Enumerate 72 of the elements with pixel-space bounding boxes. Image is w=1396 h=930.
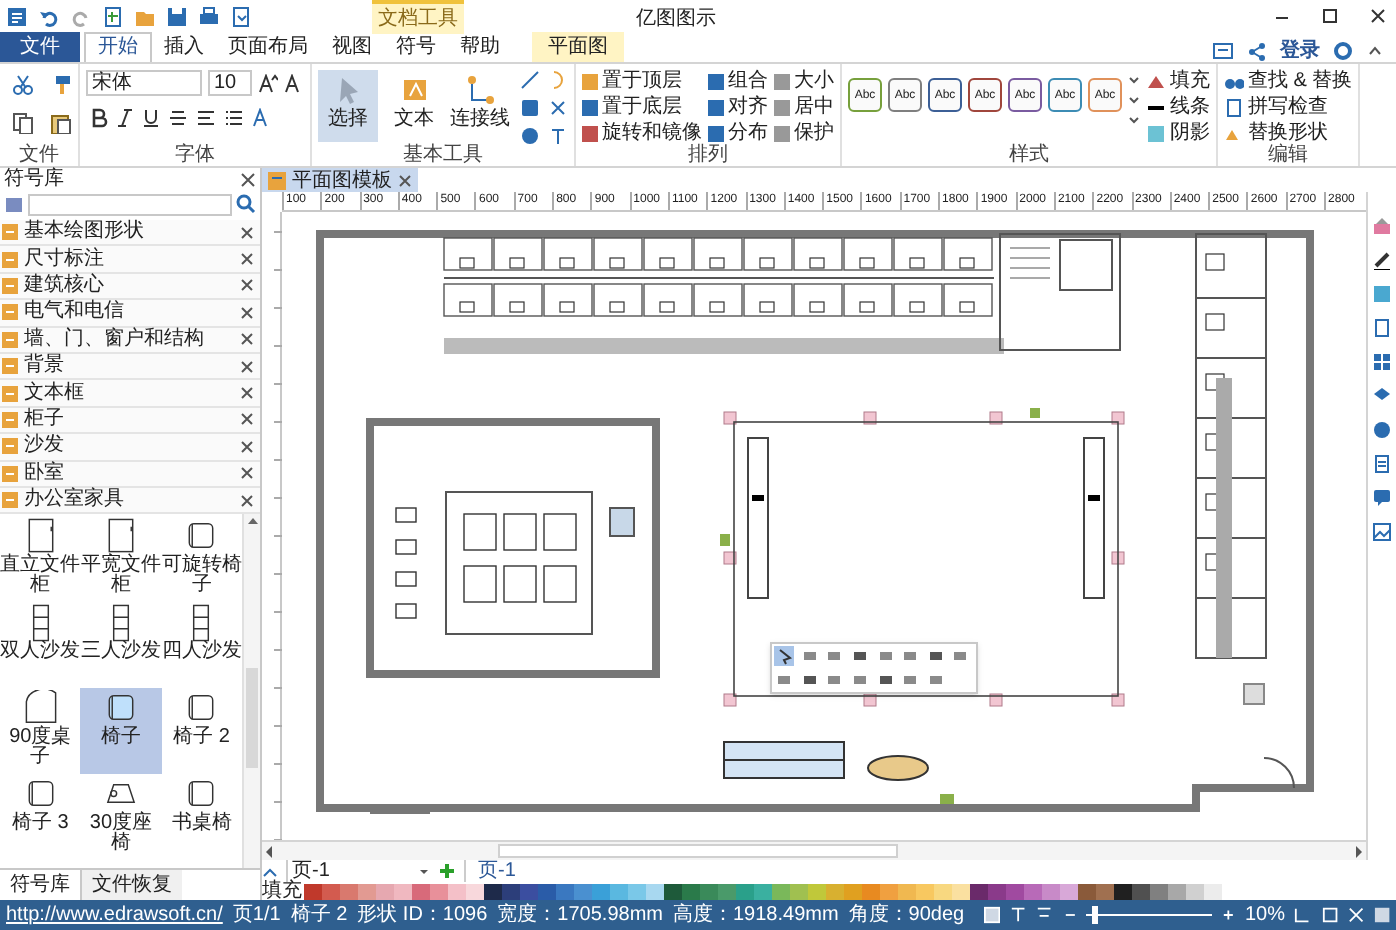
arrange-command[interactable]: 旋转和镜像 (582, 122, 702, 144)
library-shape[interactable]: 椅子 2 (161, 688, 242, 775)
library-shape[interactable]: 椅子 3 (0, 774, 81, 861)
group-label: 文件 (17, 144, 61, 166)
library-shape[interactable]: 四人沙发 (161, 602, 242, 689)
library-category[interactable]: 电气和电信 (0, 300, 260, 328)
edit-command[interactable]: 查找 & 替换 (1224, 70, 1353, 92)
library-category[interactable]: 墙、门、窗户和结构 (0, 327, 260, 354)
zoom-percent: 10% (1244, 902, 1285, 930)
status-text: 页1/1 (232, 902, 281, 930)
arrange-command[interactable]: 置于顶层 (582, 70, 702, 92)
tool-button[interactable]: 连接线 (450, 70, 510, 142)
arrange-command[interactable]: 大小 (774, 70, 834, 92)
status-text: 形状 ID：1096 (357, 901, 488, 930)
group-label: 字体 (173, 144, 217, 166)
library-shape[interactable]: 双人沙发 (0, 602, 81, 689)
ribbon-tab[interactable]: 开始 (84, 32, 152, 62)
edit-command[interactable]: 拼写检查 (1224, 96, 1353, 118)
context-tab-group: 文档工具 (372, 0, 464, 34)
edit-command[interactable]: 替换形状 (1224, 122, 1353, 144)
library-category[interactable]: 沙发 (0, 434, 260, 462)
library-category[interactable]: 尺寸标注 (0, 246, 260, 274)
arrange-command[interactable]: 保护 (774, 122, 834, 144)
style-command[interactable]: 填充 (1146, 70, 1210, 92)
library-category[interactable]: 文本框 (0, 380, 260, 408)
ribbon-tab[interactable]: 符号 (384, 32, 448, 62)
website-link[interactable]: http://www.edrawsoft.cn/ (6, 900, 223, 930)
group-label: 基本工具 (401, 144, 485, 166)
arrange-command[interactable]: 对齐 (708, 96, 768, 118)
ribbon-tab[interactable]: 页面布局 (216, 32, 320, 62)
library-category[interactable]: 卧室 (0, 461, 260, 488)
window-title: 亿图图示 (636, 6, 716, 34)
group-label: 样式 (1007, 144, 1051, 166)
library-category[interactable]: 建筑核心 (0, 273, 260, 301)
status-text: 高度：1918.49mm (672, 901, 839, 930)
status-text: 宽度：1705.98mm (497, 901, 663, 930)
library-shape[interactable]: 90度桌子 (0, 688, 81, 775)
arrange-command[interactable]: 组合 (708, 70, 768, 92)
palette-label: 填充 (262, 882, 302, 900)
library-category[interactable]: 办公室家具 (0, 487, 260, 515)
arrange-command[interactable]: 置于底层 (582, 96, 702, 118)
document-tab[interactable]: 平面图模板 (262, 168, 418, 192)
library-shape[interactable]: 可旋转椅子 (161, 516, 242, 603)
library-category[interactable]: 背景 (0, 353, 260, 381)
library-shape[interactable]: 椅子 (80, 688, 162, 775)
library-category[interactable]: 基本绘图形状 (0, 220, 260, 247)
status-text: 椅子 2 (290, 901, 348, 930)
group-label: 排列 (686, 144, 730, 166)
tool-button[interactable]: 文本 (384, 70, 444, 142)
arrange-command[interactable]: 分布 (708, 122, 768, 144)
status-text: 角度：90deg (848, 901, 965, 930)
ribbon-tab[interactable]: 平面图 (532, 32, 624, 62)
file-menu-button[interactable]: 文件 (0, 32, 80, 62)
tool-button[interactable]: 选择 (318, 70, 378, 142)
style-command[interactable]: 线条 (1146, 96, 1210, 118)
panel-tab[interactable]: 文件恢复 (82, 870, 182, 900)
arrange-command[interactable]: 居中 (774, 96, 834, 118)
library-category[interactable]: 柜子 (0, 407, 260, 435)
ribbon-tab[interactable]: 插入 (152, 32, 216, 62)
library-shape[interactable]: 直立文件柜 (0, 516, 81, 603)
font-family-field[interactable]: 宋体 (86, 70, 202, 96)
library-shape[interactable]: 三人沙发 (80, 602, 162, 689)
style-command[interactable]: 阴影 (1146, 122, 1210, 144)
ribbon-tab[interactable]: 视图 (320, 32, 384, 62)
login-link[interactable]: 登录 (1280, 36, 1320, 66)
library-shape[interactable]: 30度座椅 (80, 774, 162, 861)
library-shape[interactable]: 平宽文件柜 (80, 516, 162, 603)
group-label: 编辑 (1266, 144, 1311, 166)
panel-title: 符号库 (4, 168, 64, 192)
font-size-field[interactable]: 10 (208, 70, 252, 96)
library-shape[interactable]: 书桌椅 (161, 774, 242, 861)
ribbon-tab[interactable]: 帮助 (448, 32, 512, 62)
